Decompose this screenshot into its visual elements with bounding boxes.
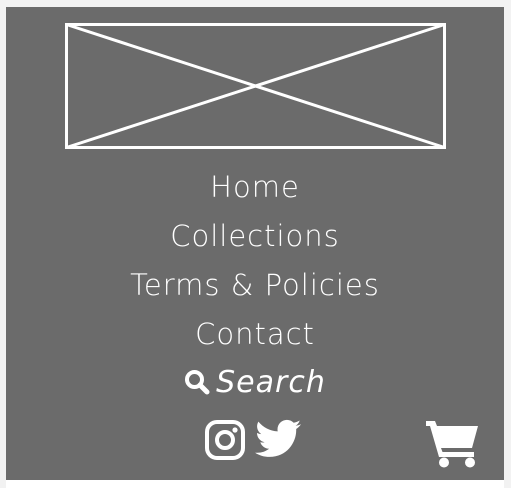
instagram-icon[interactable] [204, 419, 246, 461]
nav-link-terms-policies[interactable]: Terms & Policies [6, 261, 504, 310]
main-nav: Home Collections Terms & Policies Contac… [6, 163, 504, 359]
twitter-icon[interactable] [254, 419, 302, 461]
social-links [204, 419, 302, 461]
page-background: Home Collections Terms & Policies Contac… [0, 0, 511, 488]
nav-link-collections[interactable]: Collections [6, 212, 504, 261]
shopping-cart-icon[interactable] [424, 417, 480, 469]
nav-link-contact[interactable]: Contact [6, 310, 504, 359]
search-button[interactable]: Search [6, 362, 504, 402]
logo-placeholder[interactable] [65, 23, 446, 149]
search-icon [185, 370, 210, 395]
bottom-strip [6, 480, 504, 488]
nav-link-home[interactable]: Home [6, 163, 504, 212]
navigation-panel: Home Collections Terms & Policies Contac… [6, 7, 504, 480]
search-label: Search [216, 364, 326, 400]
